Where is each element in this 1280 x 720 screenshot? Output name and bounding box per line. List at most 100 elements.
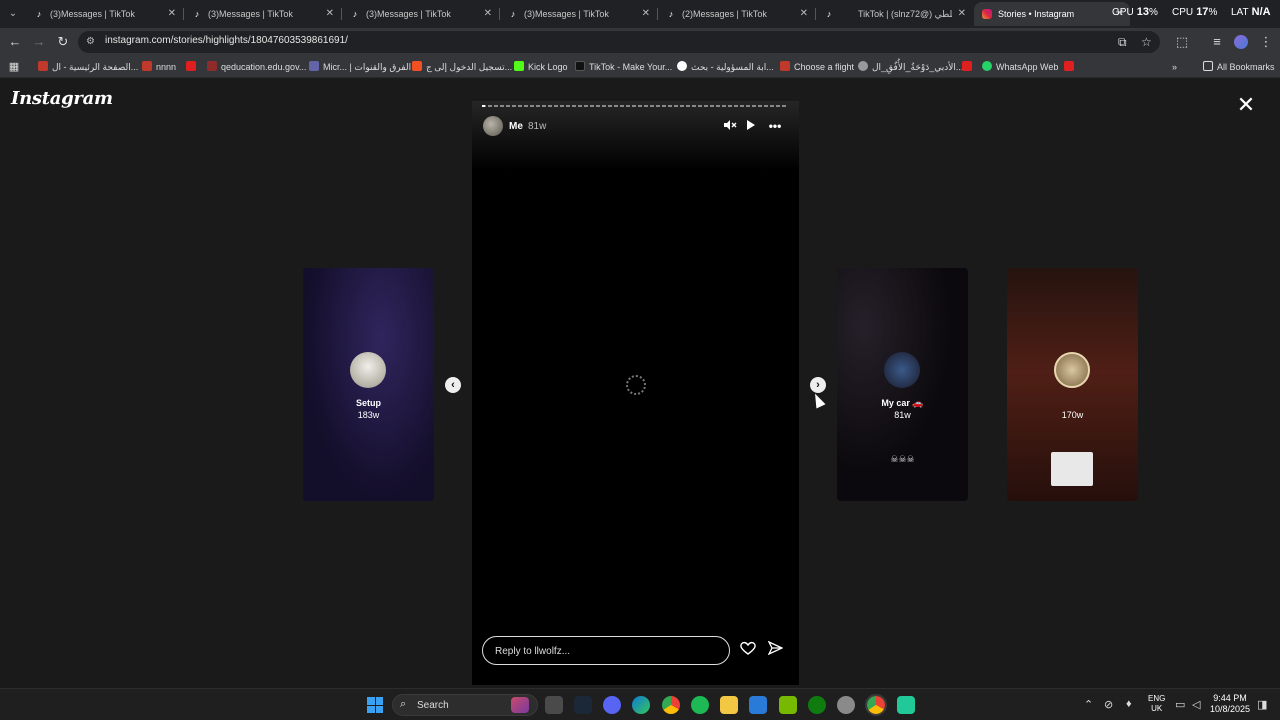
close-icon[interactable]: ✕ bbox=[1236, 94, 1256, 116]
discord-icon[interactable] bbox=[603, 696, 621, 714]
tab-close-icon[interactable]: ✕ bbox=[168, 2, 176, 26]
bookmark-star-icon[interactable]: ☆ bbox=[1141, 35, 1152, 49]
bookmark-favicon-icon bbox=[207, 61, 217, 71]
menu-kebab-icon[interactable]: ⋮ bbox=[1258, 34, 1274, 50]
bookmark[interactable]: nnnn bbox=[142, 60, 176, 74]
teams-icon bbox=[309, 61, 319, 71]
forward-arrow-icon[interactable]: → bbox=[31, 34, 47, 50]
chrome-active-icon[interactable] bbox=[865, 694, 887, 716]
tray-chevron-up-icon[interactable]: ⌃ bbox=[1084, 698, 1093, 711]
heart-like-icon[interactable] bbox=[739, 641, 757, 659]
network-off-icon[interactable]: ⊘ bbox=[1104, 698, 1113, 711]
clock[interactable]: 9:44 PM 10/8/2025 bbox=[1210, 693, 1250, 715]
reply-field[interactable] bbox=[482, 636, 730, 665]
story-timestamp: 81w bbox=[528, 121, 547, 132]
previous-story-chevron-icon[interactable]: ‹ bbox=[445, 377, 461, 393]
display-icon[interactable]: ▭ bbox=[1175, 698, 1185, 711]
tiktok-icon: ♪ bbox=[826, 9, 832, 19]
tab[interactable]: ♪ (3)Messages | TikTok ✕ bbox=[342, 2, 498, 26]
next-story-chevron-icon[interactable]: › bbox=[810, 377, 826, 393]
instagram-stories-page: Instagram ✕ Setup 183w My car 🚗 81w ☠☠☠ … bbox=[0, 79, 1280, 688]
tab[interactable]: ♪ (3)Messages | TikTok ✕ bbox=[26, 2, 182, 26]
tab[interactable]: ♪ (2)Messages | TikTok ✕ bbox=[658, 2, 814, 26]
highlight-preview-setup[interactable]: Setup 183w bbox=[303, 268, 434, 501]
youtube-icon bbox=[962, 61, 972, 71]
bookmark[interactable]: qeducation.edu.gov... bbox=[207, 60, 306, 74]
bookmark[interactable]: TikTok - Make Your... bbox=[575, 60, 672, 74]
more-options-icon[interactable]: ••• bbox=[767, 119, 783, 133]
media-controls-icon[interactable]: ≡ bbox=[1209, 34, 1225, 50]
bookmark[interactable]: WhatsApp Web bbox=[982, 60, 1058, 74]
app-icon[interactable] bbox=[897, 696, 915, 714]
taskbar-search[interactable]: ⌕ Search bbox=[392, 694, 538, 716]
tab-search-chevron-icon[interactable]: ⌄ bbox=[4, 5, 22, 23]
bookmark[interactable]: Micr... | الفرق والقنوات bbox=[309, 60, 411, 74]
muted-speaker-icon[interactable] bbox=[722, 119, 738, 133]
tab-close-icon[interactable]: ✕ bbox=[800, 2, 808, 26]
bookmark-youtube[interactable] bbox=[962, 60, 976, 74]
highlight-avatar bbox=[350, 352, 386, 388]
extensions-icon[interactable]: ⬚ bbox=[1174, 34, 1190, 50]
google-icon bbox=[677, 61, 687, 71]
bookmark-youtube[interactable] bbox=[1064, 60, 1078, 74]
url-text[interactable]: instagram.com/stories/highlights/1804760… bbox=[105, 35, 348, 46]
tab-close-icon[interactable]: ✕ bbox=[326, 2, 334, 26]
install-app-icon[interactable]: ⧉ bbox=[1118, 35, 1127, 50]
story-viewer[interactable]: Me 81w ••• bbox=[472, 101, 799, 685]
send-paper-plane-icon[interactable] bbox=[766, 640, 784, 659]
nvidia-icon[interactable] bbox=[779, 696, 797, 714]
tab[interactable]: ♪ (3)Messages | TikTok ✕ bbox=[184, 2, 340, 26]
microsoft-store-icon[interactable] bbox=[749, 696, 767, 714]
reply-input[interactable] bbox=[495, 644, 715, 658]
profile-avatar[interactable] bbox=[1234, 35, 1248, 49]
tab-close-icon[interactable]: ✕ bbox=[642, 2, 650, 26]
site-info-icon[interactable]: ⚙ bbox=[86, 36, 98, 48]
tab-close-icon[interactable]: ✕ bbox=[484, 2, 492, 26]
bookmark[interactable]: ابة المسؤولية - بحث... bbox=[677, 60, 774, 74]
windows-taskbar: ⌕ Search ⌃ ⊘ ♦ ENG UK ▭ ◁ 9:44 PM 10/8/202… bbox=[0, 688, 1280, 720]
bookmark-youtube[interactable] bbox=[186, 60, 200, 74]
apps-grid-icon[interactable]: ▦ bbox=[6, 59, 22, 75]
highlight-avatar bbox=[1054, 352, 1090, 388]
bookmark[interactable]: Choose a flight bbox=[780, 60, 854, 74]
windows-start-icon[interactable] bbox=[367, 697, 383, 713]
avatar[interactable] bbox=[483, 116, 503, 136]
steam-icon[interactable] bbox=[574, 696, 592, 714]
xbox-icon[interactable] bbox=[808, 696, 826, 714]
address-bar[interactable]: ⚙ instagram.com/stories/highlights/18047… bbox=[78, 31, 1160, 53]
chrome-icon[interactable] bbox=[662, 696, 680, 714]
more-bookmarks-chevron-icon[interactable]: » bbox=[1172, 60, 1177, 74]
microphone-icon[interactable]: ♦ bbox=[1126, 698, 1132, 710]
bookmark[interactable]: تسجيل الدخول إلى ج... bbox=[412, 60, 512, 74]
reload-icon[interactable]: ↻ bbox=[55, 34, 71, 50]
tab-close-icon[interactable]: ✕ bbox=[958, 2, 966, 26]
bookmark[interactable]: Kick Logo bbox=[514, 60, 568, 74]
sticker-image bbox=[1051, 452, 1093, 486]
whatsapp-icon bbox=[982, 61, 992, 71]
notifications-bell-icon[interactable]: ◨ bbox=[1257, 698, 1267, 711]
cpu-readout: CPU 17% bbox=[1172, 6, 1218, 18]
bookmark[interactable]: الأدبي_دَوْحَةُ_الأُفُقِ_ال... bbox=[858, 60, 963, 74]
highlight-preview-untitled[interactable]: 170w bbox=[1007, 268, 1138, 501]
task-view-icon[interactable] bbox=[545, 696, 563, 714]
play-icon[interactable] bbox=[743, 119, 759, 133]
tab-active[interactable]: Stories • Instagram ✕ bbox=[974, 2, 1130, 26]
settings-gear-icon[interactable] bbox=[837, 696, 855, 714]
all-bookmarks-folder[interactable]: All Bookmarks bbox=[1203, 60, 1275, 74]
tab[interactable]: ♪ TikTok | (slnz72@) السلطي ✕ bbox=[816, 2, 972, 26]
folder-icon bbox=[1203, 61, 1213, 71]
search-icon: ⌕ bbox=[400, 698, 407, 710]
spotify-icon[interactable] bbox=[691, 696, 709, 714]
tab[interactable]: ♪ (3)Messages | TikTok ✕ bbox=[500, 2, 656, 26]
file-explorer-icon[interactable] bbox=[720, 696, 738, 714]
edge-icon[interactable] bbox=[632, 696, 650, 714]
language-indicator[interactable]: ENG UK bbox=[1148, 694, 1165, 714]
highlight-preview-my-car[interactable]: My car 🚗 81w ☠☠☠ bbox=[837, 268, 968, 501]
bookmark[interactable]: الصفحة الرئيسية - ال... bbox=[38, 60, 138, 74]
story-username[interactable]: Me bbox=[509, 121, 523, 132]
instagram-logo[interactable]: Instagram bbox=[11, 88, 113, 109]
microsoft-icon bbox=[412, 61, 422, 71]
bookmark-favicon-icon bbox=[142, 61, 152, 71]
back-arrow-icon[interactable]: ← bbox=[7, 34, 23, 50]
volume-icon[interactable]: ◁ bbox=[1192, 698, 1200, 711]
